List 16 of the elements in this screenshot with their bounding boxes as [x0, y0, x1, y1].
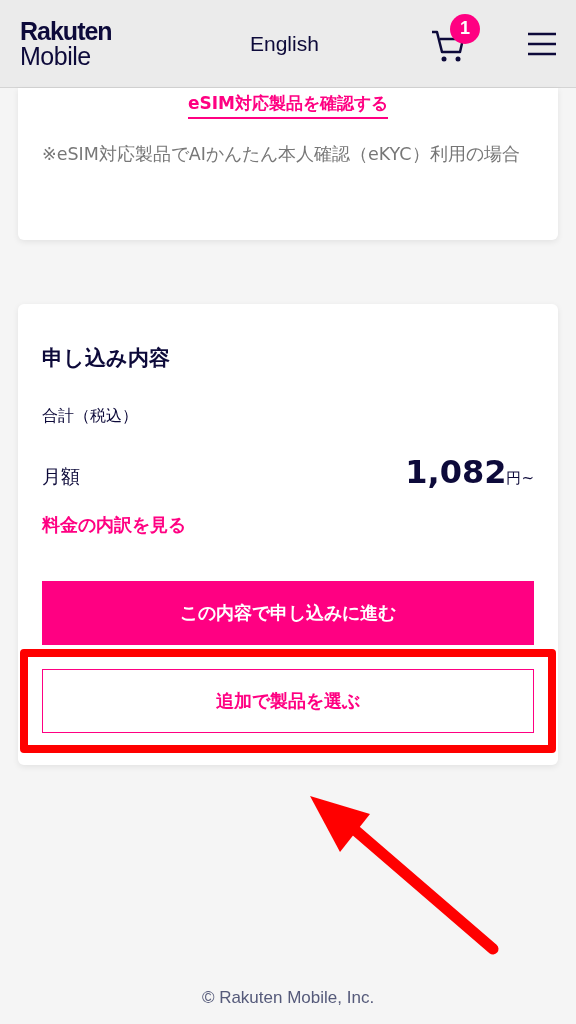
language-link[interactable]: English — [250, 31, 420, 56]
section-title: 申し込み内容 — [42, 345, 171, 372]
total-label: 合計（税込） — [42, 406, 139, 427]
fee-breakdown-link[interactable]: 料金の内訳を見る — [42, 513, 186, 537]
price-unit: 円~ — [506, 469, 534, 487]
menu-icon[interactable] — [528, 31, 556, 56]
add-product-button[interactable]: 追加で製品を選ぶ — [42, 669, 534, 733]
cart-count-badge: 1 — [450, 13, 480, 44]
logo-text: Rakuten — [20, 18, 113, 44]
copyright-text: © Rakuten Mobile, Inc. — [200, 988, 376, 1009]
esim-products-link[interactable]: eSIM対応製品を確認する — [188, 92, 388, 119]
ekyc-note: ※eSIM対応製品でAIかんたん本人確認（eKYC）利用の場合 — [42, 143, 521, 166]
monthly-label: 月額 — [42, 464, 80, 489]
proceed-button[interactable]: この内容で申し込みに進む — [42, 581, 534, 645]
logo-text: Mobile — [20, 43, 92, 69]
price-amount: 1,082 — [405, 453, 507, 491]
